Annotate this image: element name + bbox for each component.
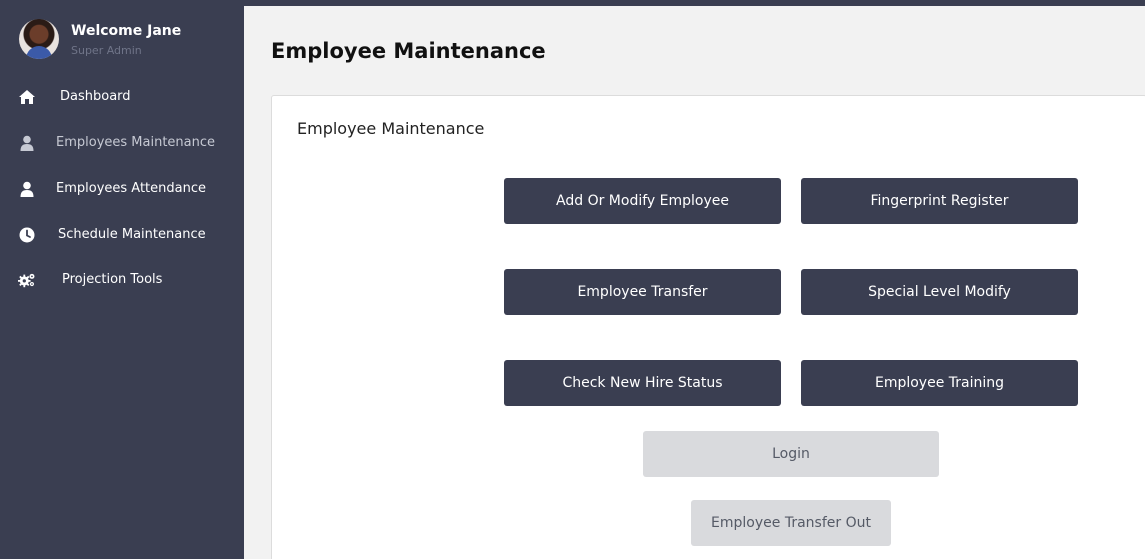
add-or-modify-employee-button[interactable]: Add Or Modify Employee <box>504 178 781 224</box>
sidebar-item-label: Employees Maintenance <box>56 135 216 150</box>
employee-transfer-button[interactable]: Employee Transfer <box>504 269 781 315</box>
sidebar-item-label: Employees Attendance <box>56 181 206 196</box>
maintenance-card: Employee Maintenance Add Or Modify Emplo… <box>271 95 1145 559</box>
login-button[interactable]: Login <box>643 431 939 477</box>
special-level-modify-button[interactable]: Special Level Modify <box>801 269 1078 315</box>
main-content: Employee Maintenance Employee Maintenanc… <box>244 6 1145 559</box>
card-title: Employee Maintenance <box>297 119 485 138</box>
user-icon <box>18 134 36 152</box>
page-title: Employee Maintenance <box>271 39 546 63</box>
welcome-text: Welcome Jane <box>71 23 182 39</box>
user-profile: Welcome Jane Super Admin <box>19 19 239 61</box>
clock-icon <box>18 226 36 244</box>
sidebar: Welcome Jane Super Admin Dashboard Emplo… <box>0 0 244 559</box>
avatar[interactable] <box>19 19 59 59</box>
sidebar-item-dashboard[interactable]: Dashboard <box>0 77 244 117</box>
user-role: Super Admin <box>71 44 142 57</box>
employee-transfer-out-button[interactable]: Employee Transfer Out <box>691 500 891 546</box>
sidebar-item-employees-maintenance[interactable]: Employees Maintenance <box>0 123 244 163</box>
sidebar-item-label: Schedule Maintenance <box>58 227 206 242</box>
fingerprint-register-button[interactable]: Fingerprint Register <box>801 178 1078 224</box>
home-icon <box>18 88 36 106</box>
sidebar-item-label: Dashboard <box>60 89 131 104</box>
sidebar-item-employees-attendance[interactable]: Employees Attendance <box>0 169 244 209</box>
sidebar-item-schedule-maintenance[interactable]: Schedule Maintenance <box>0 215 244 255</box>
user-icon <box>18 180 36 198</box>
sidebar-item-projection-tools[interactable]: Projection Tools <box>0 260 244 300</box>
employee-training-button[interactable]: Employee Training <box>801 360 1078 406</box>
sidebar-item-label: Projection Tools <box>62 272 163 287</box>
check-new-hire-status-button[interactable]: Check New Hire Status <box>504 360 781 406</box>
gears-icon <box>18 271 36 289</box>
